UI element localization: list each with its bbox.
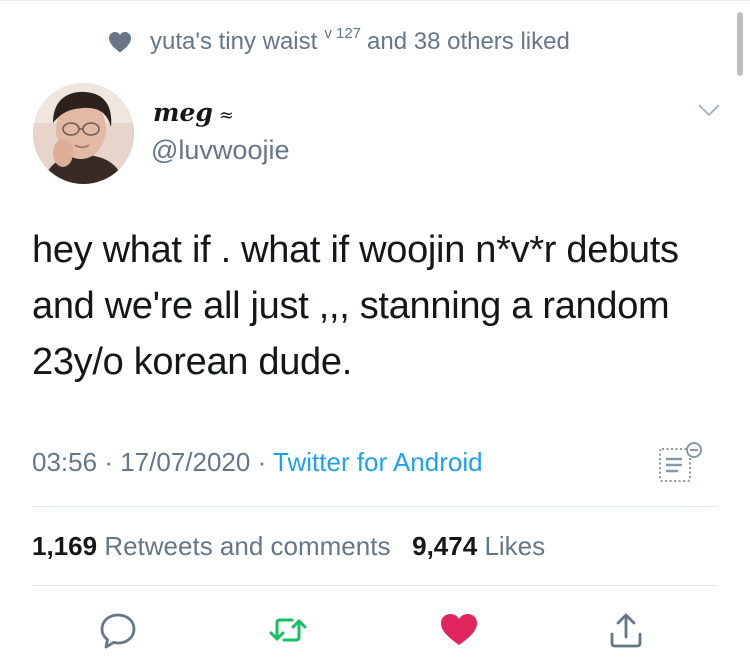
tweet-stats: 1,169 Retweets and comments 9,474 Likes [32,531,545,562]
top-divider [0,0,750,1]
share-icon[interactable] [606,610,646,650]
social-context[interactable]: yuta's tiny waist v 127 and 38 others li… [108,24,570,58]
likes-label[interactable]: Likes [484,531,545,561]
reply-icon[interactable] [98,610,138,650]
retweets-label[interactable]: Retweets and comments [104,531,390,561]
scrollbar[interactable] [737,12,743,76]
tweet-source[interactable]: Twitter for Android [273,447,483,477]
avatar[interactable] [33,83,134,184]
retweet-icon[interactable] [268,610,308,650]
meta-separator: · [104,447,113,477]
tweet-meta: 03:56 · 17/07/2020 · Twitter for Android [32,447,483,478]
tweet-time: 03:56 [32,447,98,477]
likes-count[interactable]: 9,474 [412,531,477,561]
retweets-count[interactable]: 1,169 [32,531,97,561]
author-name-text: meg [153,98,213,127]
author-name-deco: ≈ [218,105,234,126]
meta-separator: · [257,447,267,477]
social-context-suffix: and 38 others liked [367,28,570,55]
author-handle[interactable]: @luvwoojie [151,135,289,166]
tweet-date: 17/07/2020 [120,447,251,477]
divider [32,506,718,507]
author-display-name[interactable]: meg ≈ [153,98,234,127]
tweet-text: hey what if . what if woojin n*v*r debut… [32,229,679,383]
social-context-name-sup: v 127 [324,24,362,42]
chevron-down-icon[interactable] [697,102,721,118]
heart-icon [109,32,131,53]
like-icon[interactable] [439,610,479,650]
social-context-name: yuta's tiny waist [150,28,318,55]
analytics-icon[interactable] [656,441,704,487]
divider [32,585,718,586]
